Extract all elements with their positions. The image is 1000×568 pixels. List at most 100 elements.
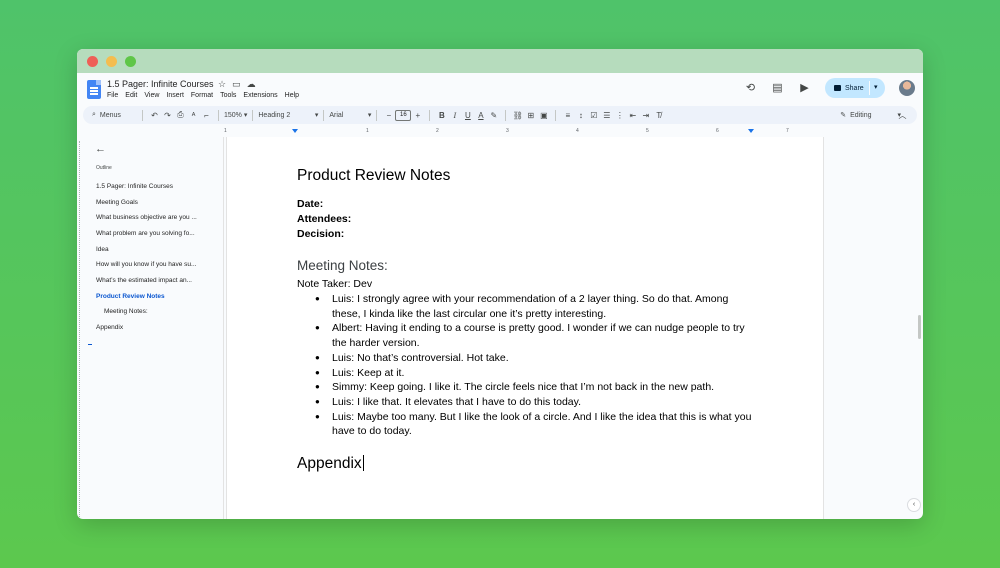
italic-icon[interactable]: I: [448, 106, 461, 124]
version-history-icon[interactable]: ⟲: [744, 82, 757, 95]
active-outline-indicator: [88, 344, 92, 345]
numbered-list-icon[interactable]: ⋮: [613, 106, 626, 124]
outline-item[interactable]: What problem are you solving fo...: [96, 230, 214, 237]
back-arrow-icon[interactable]: ←: [95, 143, 106, 155]
page-title[interactable]: Product Review Notes: [297, 167, 757, 185]
editing-mode-select[interactable]: ✎ Editing ▾: [840, 111, 901, 120]
menu-view[interactable]: View: [144, 92, 159, 99]
zoom-select[interactable]: 150% ▾: [224, 106, 247, 124]
bulleted-list-icon[interactable]: ☰: [600, 106, 613, 124]
menu-tools[interactable]: Tools: [220, 92, 236, 99]
share-label: Share: [845, 84, 864, 92]
minimize-window-button[interactable]: [106, 56, 117, 67]
menu-extensions[interactable]: Extensions: [243, 92, 277, 99]
appendix-heading[interactable]: Appendix: [297, 455, 362, 473]
outline-item[interactable]: What’s the estimated impact an...: [96, 277, 214, 284]
ruler-tick: 4: [576, 128, 579, 134]
zoom-value: 150%: [224, 111, 242, 119]
text-color-icon[interactable]: A: [474, 106, 487, 124]
checklist-icon[interactable]: ☑: [587, 106, 600, 124]
spellcheck-icon[interactable]: ᴬ: [187, 106, 200, 124]
font-select[interactable]: Arial ▾: [329, 106, 371, 124]
header-actions: ⟲ ▤ ▶ Share ▾: [744, 78, 915, 98]
indent-increase-icon[interactable]: ⇥: [639, 106, 652, 124]
list-item[interactable]: Luis: Maybe too many. But I like the loo…: [315, 410, 757, 439]
menus-search-button[interactable]: ⌕ Menus: [89, 108, 137, 122]
style-select[interactable]: Heading 2 ▾: [258, 106, 318, 124]
link-icon[interactable]: ⛓: [511, 106, 524, 124]
indent-decrease-icon[interactable]: ⇤: [626, 106, 639, 124]
right-indent-marker[interactable]: [748, 129, 754, 133]
outline-item[interactable]: How will you know if you have su...: [96, 261, 214, 268]
outline-item[interactable]: 1.5 Pager: Infinite Courses: [96, 183, 214, 190]
cloud-saved-icon[interactable]: ☁: [247, 79, 256, 89]
avatar[interactable]: [899, 80, 915, 96]
highlight-icon[interactable]: ✎: [487, 106, 500, 124]
star-icon[interactable]: ☆: [218, 79, 226, 89]
outline-item[interactable]: Idea: [96, 246, 214, 253]
outline-item[interactable]: Meeting Goals: [96, 199, 214, 206]
menu-format[interactable]: Format: [191, 92, 213, 99]
image-icon[interactable]: ▣: [537, 106, 550, 124]
list-item[interactable]: Luis: No that’s controversial. Hot take.: [315, 351, 757, 366]
attendees-label[interactable]: Attendees:: [297, 212, 757, 227]
chevron-down-icon: ▾: [243, 112, 248, 119]
vertical-ruler[interactable]: [79, 141, 83, 519]
close-window-button[interactable]: [87, 56, 98, 67]
ruler-tick: 6: [716, 128, 719, 134]
side-panel-toggle-icon[interactable]: ‹: [907, 498, 921, 512]
zoom-window-button[interactable]: [125, 56, 136, 67]
left-indent-marker[interactable]: [292, 129, 298, 133]
bold-icon[interactable]: B: [435, 106, 448, 124]
decrease-font-size-icon[interactable]: −: [382, 106, 395, 124]
menu-help[interactable]: Help: [285, 92, 299, 99]
paint-format-icon[interactable]: ⌐: [200, 106, 213, 124]
chevron-down-icon: ▾: [367, 112, 372, 119]
list-item[interactable]: Luis: Keep at it.: [315, 366, 757, 381]
docs-logo-icon[interactable]: [87, 80, 101, 99]
outline-label: Outline: [96, 165, 112, 171]
outline-item[interactable]: What business objective are you ...: [96, 214, 214, 221]
print-icon[interactable]: ⎙: [174, 106, 187, 124]
outline-item-active[interactable]: Product Review Notes: [96, 293, 214, 300]
comments-icon[interactable]: ▤: [771, 82, 784, 95]
comment-add-icon[interactable]: ⊞: [524, 106, 537, 124]
meeting-notes-heading[interactable]: Meeting Notes:: [297, 258, 757, 273]
list-item[interactable]: Albert: Having it ending to a course is …: [315, 321, 757, 350]
list-item[interactable]: Luis: I strongly agree with your recomme…: [315, 292, 757, 321]
title-actions: ☆ ▭ ☁: [218, 79, 256, 89]
list-item[interactable]: Simmy: Keep going. I like it. The circle…: [315, 380, 757, 395]
document-title[interactable]: 1.5 Pager: Infinite Courses: [107, 79, 214, 89]
move-folder-icon[interactable]: ▭: [232, 79, 241, 89]
underline-icon[interactable]: U: [461, 106, 474, 124]
document-body[interactable]: Product Review Notes Date: Attendees: De…: [297, 167, 757, 473]
menus-search-label: Menus: [99, 111, 121, 119]
notes-list: Luis: I strongly agree with your recomme…: [315, 292, 757, 439]
share-button[interactable]: Share ▾: [825, 78, 885, 98]
line-spacing-icon[interactable]: ↕: [574, 106, 587, 124]
share-dropdown-icon[interactable]: ▾: [874, 83, 878, 91]
increase-font-size-icon[interactable]: +: [411, 106, 424, 124]
menu-edit[interactable]: Edit: [125, 92, 137, 99]
align-icon[interactable]: ≡: [561, 106, 574, 124]
font-size-input[interactable]: 16: [395, 109, 412, 121]
ruler-tick: 1: [366, 128, 369, 134]
collapse-menus-icon[interactable]: ︿: [896, 106, 909, 124]
meet-camera-icon[interactable]: ▶: [798, 82, 811, 95]
note-taker-line[interactable]: Note Taker: Dev: [297, 277, 757, 292]
clear-formatting-icon[interactable]: T̸: [652, 106, 665, 124]
vertical-scrollbar[interactable]: [918, 315, 921, 339]
menu-file[interactable]: File: [107, 92, 118, 99]
document-page[interactable]: Product Review Notes Date: Attendees: De…: [226, 137, 824, 519]
list-item[interactable]: Luis: I like that. It elevates that I ha…: [315, 395, 757, 410]
outline-item[interactable]: Appendix: [96, 324, 214, 331]
ruler-tick: 2: [436, 128, 439, 134]
menu-insert[interactable]: Insert: [166, 92, 184, 99]
decision-label[interactable]: Decision:: [297, 227, 757, 242]
editing-mode-label: Editing: [850, 111, 872, 119]
horizontal-ruler[interactable]: 1 1 2 3 4 5 6 7: [224, 127, 824, 136]
date-label[interactable]: Date:: [297, 197, 757, 212]
outline-item[interactable]: Meeting Notes:: [104, 308, 222, 315]
redo-icon[interactable]: ↷: [161, 106, 174, 124]
undo-icon[interactable]: ↶: [148, 106, 161, 124]
